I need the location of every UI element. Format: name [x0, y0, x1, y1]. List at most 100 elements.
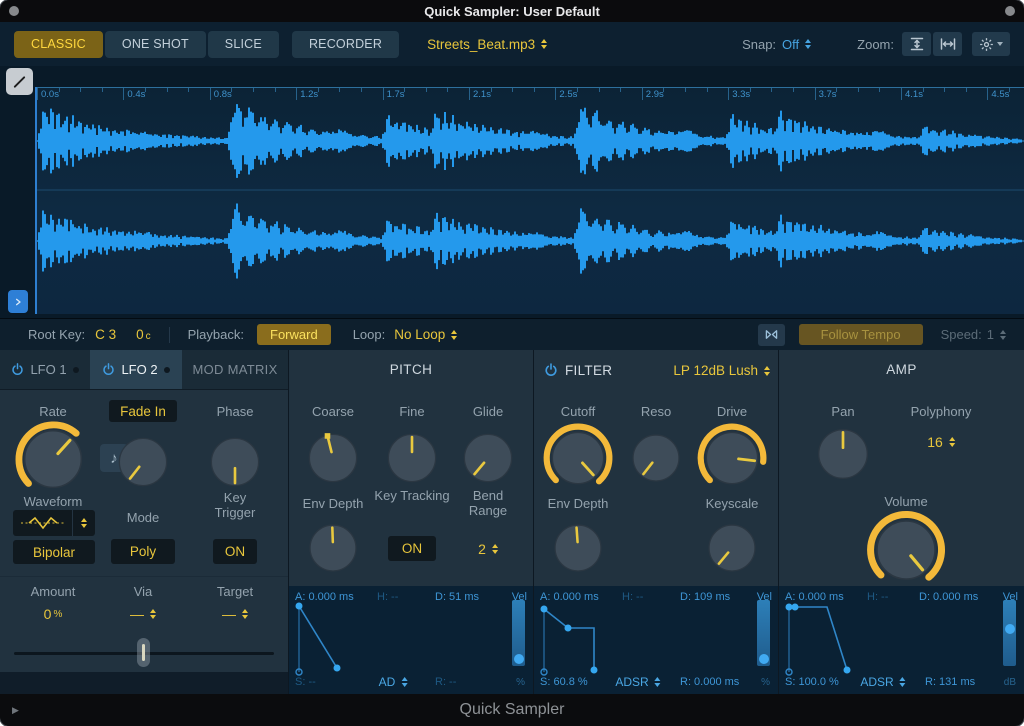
edit-pencil-button[interactable]	[6, 68, 33, 95]
tab-mod-matrix[interactable]: MOD MATRIX	[182, 350, 288, 389]
lfo-waveform-selector[interactable]	[13, 510, 95, 536]
ruler-label: 3.3s	[732, 89, 750, 100]
polyphony-menu[interactable]: 16	[927, 434, 955, 450]
disclosure-triangle[interactable]: ▶	[12, 705, 19, 716]
follow-tempo-button[interactable]: Follow Tempo	[799, 324, 923, 345]
coarse-knob[interactable]	[298, 423, 368, 493]
vel-handle[interactable]	[1005, 624, 1015, 634]
amp-vel-slider[interactable]	[1003, 600, 1016, 666]
lfo-rate-knob[interactable]	[11, 417, 95, 501]
settings-gear-button[interactable]	[972, 32, 1010, 56]
fade-in-button[interactable]: Fade In	[109, 400, 177, 422]
ruler-tick	[188, 88, 189, 92]
reso-label: Reso	[641, 404, 671, 419]
cutoff-label: Cutoff	[561, 404, 595, 419]
target-label: Target	[217, 584, 253, 599]
ruler-label: 2.5s	[559, 89, 577, 100]
ruler-tick	[685, 88, 686, 92]
filter-env-depth-knob[interactable]	[544, 514, 612, 582]
lfo-phase-knob[interactable]	[200, 427, 270, 497]
via-menu[interactable]: —	[130, 606, 156, 622]
glide-knob[interactable]	[453, 423, 523, 493]
bend-range-menu[interactable]: 2	[478, 541, 498, 557]
snap-menu[interactable]: Off	[782, 37, 811, 52]
env-mode-menu[interactable]: AD	[379, 675, 408, 689]
ruler-tick	[728, 88, 729, 100]
footer-bar: ▶ Quick Sampler	[0, 694, 1024, 726]
vel-handle[interactable]	[514, 654, 524, 664]
stereo-waveform[interactable]	[37, 100, 1024, 314]
target-menu[interactable]: —	[222, 606, 248, 622]
keyscale-label: Keyscale	[706, 496, 759, 511]
playback-direction-button[interactable]: Forward	[257, 324, 331, 345]
root-key-value[interactable]: C 3	[95, 327, 116, 342]
pitch-vel-slider[interactable]	[512, 600, 525, 666]
filter-envelope-panel[interactable]: A: 0.000 ms H: -- D: 109 ms Vel S: 60.8 …	[534, 586, 778, 694]
waveform-display[interactable]: 0.0s0.4s0.8s1.2s1.7s2.1s2.5s2.9s3.3s3.7s…	[35, 87, 1024, 314]
sustain-value[interactable]: S: 60.8 %	[540, 676, 588, 688]
speed-menu[interactable]: Speed: 1	[941, 327, 1006, 342]
coarse-label: Coarse	[312, 404, 354, 419]
filter-power-icon[interactable]	[544, 363, 558, 377]
pitch-env-depth-knob[interactable]	[299, 514, 367, 582]
window-control-left-icon[interactable]	[9, 6, 19, 16]
loop-mode-menu[interactable]: No Loop	[394, 327, 457, 342]
lfo-fade-in-knob[interactable]	[108, 427, 178, 497]
release-value[interactable]: R: --	[435, 676, 456, 688]
tab-lfo1[interactable]: LFO 1	[0, 350, 90, 389]
ruler-tick	[793, 88, 794, 92]
sample-start-handle[interactable]	[8, 290, 28, 313]
amount-slider-handle[interactable]	[137, 638, 150, 667]
lfo-polarity-button[interactable]: Bipolar	[13, 540, 95, 564]
sustain-value[interactable]: S: 100.0 %	[785, 676, 839, 688]
tab-lfo2[interactable]: LFO 2	[90, 350, 182, 389]
drive-knob[interactable]	[694, 420, 770, 496]
lfo-mode-button[interactable]: Poly	[111, 539, 175, 564]
window-control-right-icon[interactable]	[1005, 6, 1015, 16]
power-icon[interactable]	[11, 363, 24, 376]
ruler-label: 2.1s	[473, 89, 491, 100]
tab-classic[interactable]: CLASSIC	[14, 31, 103, 58]
cutoff-knob[interactable]	[540, 420, 616, 496]
zoom-horizontal-button[interactable]	[933, 32, 962, 56]
reso-knob[interactable]	[622, 424, 690, 492]
tab-recorder[interactable]: RECORDER	[292, 31, 399, 58]
root-key-label: Root Key:	[28, 327, 85, 342]
ruler-tick	[447, 88, 448, 92]
time-ruler[interactable]: 0.0s0.4s0.8s1.2s1.7s2.1s2.5s2.9s3.3s3.7s…	[37, 87, 1024, 100]
release-value[interactable]: R: 0.000 ms	[680, 676, 739, 688]
ruler-tick	[210, 88, 211, 100]
keyscale-knob[interactable]	[698, 514, 766, 582]
fine-knob[interactable]	[377, 423, 447, 493]
ruler-tick	[383, 88, 384, 100]
amount-value[interactable]: 0%	[44, 606, 63, 622]
pitch-envelope-panel[interactable]: A: 0.000 ms H: -- D: 51 ms Vel S: -- AD …	[289, 586, 533, 694]
tab-slice[interactable]: SLICE	[208, 31, 279, 58]
stepper-icon	[401, 677, 407, 687]
env-mode-menu[interactable]: ADSR	[860, 675, 905, 689]
pitch-envelope-graph[interactable]	[291, 600, 487, 676]
pan-knob[interactable]	[807, 418, 879, 490]
volume-knob[interactable]	[863, 507, 949, 593]
vel-handle[interactable]	[759, 654, 769, 664]
key-tracking-button[interactable]: ON	[388, 536, 436, 561]
fine-tune-value[interactable]: 0c	[136, 327, 151, 342]
pitch-env-depth-label: Env Depth	[303, 496, 364, 511]
key-trigger-button[interactable]: ON	[213, 539, 257, 564]
sustain-value[interactable]: S: --	[295, 676, 316, 688]
flex-button[interactable]	[758, 324, 785, 346]
filter-type-menu[interactable]: LP 12dB Lush	[673, 363, 770, 378]
amp-envelope-graph[interactable]	[781, 600, 977, 676]
power-icon[interactable]	[102, 363, 115, 376]
ruler-tick	[37, 88, 38, 100]
env-mode-menu[interactable]: ADSR	[615, 675, 660, 689]
release-value[interactable]: R: 131 ms	[925, 676, 975, 688]
sample-file-menu[interactable]: Streets_Beat.mp3	[427, 37, 547, 52]
ruler-tick	[469, 88, 470, 100]
filter-envelope-graph[interactable]	[536, 600, 732, 676]
amp-envelope-panel[interactable]: A: 0.000 ms H: -- D: 0.000 ms Vel S: 100…	[779, 586, 1024, 694]
tab-one-shot[interactable]: ONE SHOT	[105, 31, 206, 58]
filter-vel-slider[interactable]	[757, 600, 770, 666]
amp-title: AMP	[886, 362, 916, 377]
zoom-vertical-button[interactable]	[902, 32, 931, 56]
